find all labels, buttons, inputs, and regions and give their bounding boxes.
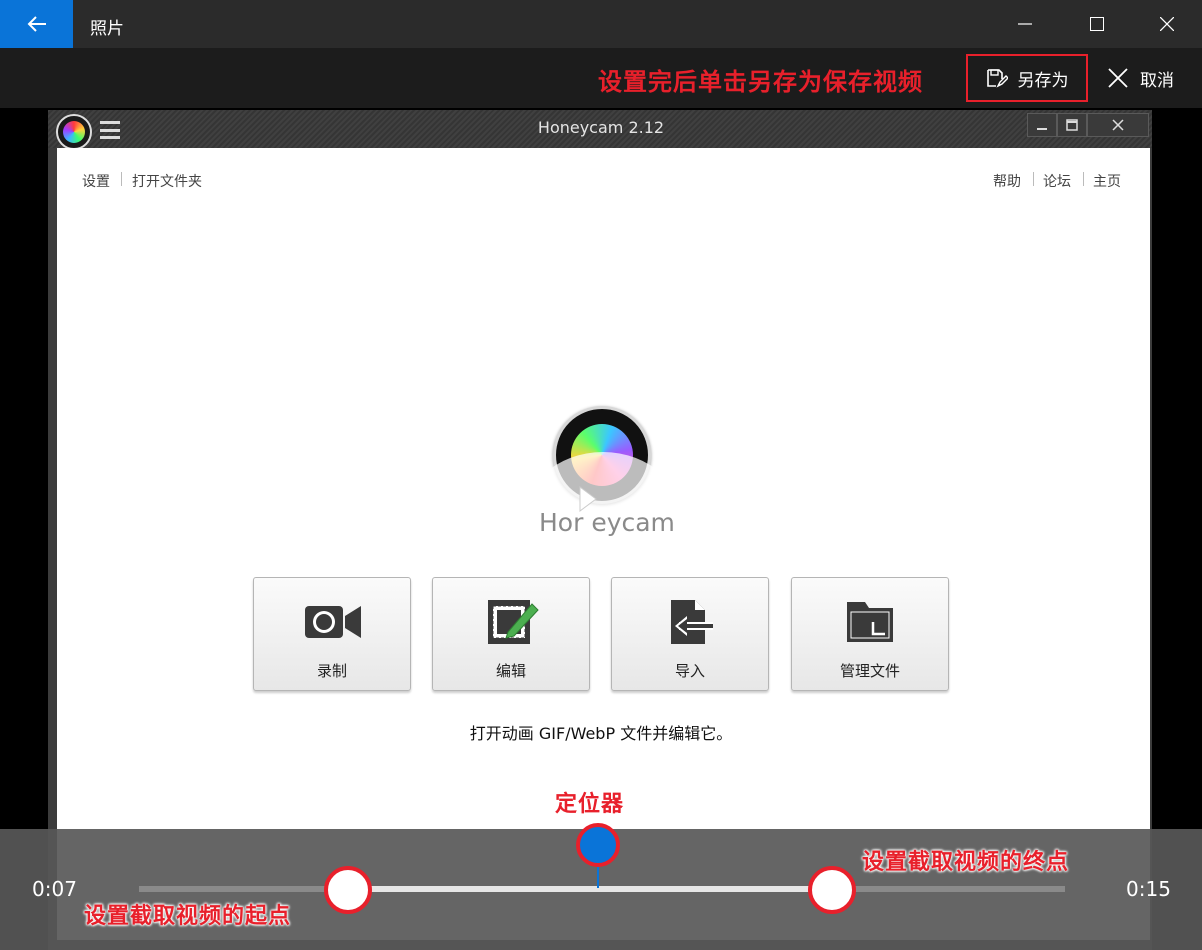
- back-arrow-icon: [27, 16, 46, 32]
- cancel-button[interactable]: 取消: [1108, 54, 1188, 102]
- video-camera-icon: [305, 606, 361, 638]
- timeline-selection: [348, 886, 832, 892]
- record-label: 录制: [316, 662, 347, 680]
- save-annotation: 设置完后单击另存为保存视频: [598, 68, 923, 96]
- save-as-icon: [986, 69, 1008, 88]
- close-icon: [1108, 68, 1128, 88]
- settings-link[interactable]: 设置: [82, 171, 110, 191]
- folder-icon: [847, 602, 893, 642]
- manage-files-label: 管理文件: [839, 662, 900, 680]
- maximize-icon: [1090, 17, 1104, 31]
- homepage-link[interactable]: 主页: [1093, 171, 1121, 191]
- honeycam-title: Honeycam 2.12: [537, 118, 665, 137]
- record-button[interactable]: 录制: [253, 577, 411, 691]
- close-icon: [1112, 119, 1124, 131]
- playhead-annotation: 定位器: [555, 792, 625, 817]
- close-icon: [1160, 17, 1174, 31]
- edit-label: 编辑: [495, 662, 526, 680]
- import-label: 导入: [674, 662, 705, 680]
- import-file-icon: [671, 600, 713, 644]
- maximize-button[interactable]: [1062, 0, 1132, 48]
- hint-text: 打开动画 GIF/WebP 文件并编辑它。: [469, 724, 733, 743]
- open-folder-link[interactable]: 打开文件夹: [132, 171, 202, 191]
- end-time: 0:15: [1126, 877, 1171, 901]
- minimize-icon: [1037, 128, 1047, 130]
- back-button[interactable]: [0, 0, 73, 48]
- trim-start-handle[interactable]: [324, 866, 372, 914]
- close-button[interactable]: [1132, 0, 1202, 48]
- honeycam-maximize-button[interactable]: [1057, 113, 1087, 137]
- save-as-label: 另存为: [1017, 70, 1069, 91]
- maximize-icon: [1066, 119, 1078, 131]
- trim-end-handle[interactable]: [808, 866, 856, 914]
- end-annotation: 设置截取视频的终点: [862, 850, 1070, 875]
- minimize-button[interactable]: [990, 0, 1060, 48]
- divider: [121, 172, 122, 186]
- help-link[interactable]: 帮助: [993, 171, 1021, 191]
- manage-files-button[interactable]: 管理文件: [791, 577, 949, 691]
- minimize-icon: [1018, 23, 1032, 25]
- divider: [1033, 172, 1034, 186]
- cancel-label: 取消: [1140, 70, 1174, 91]
- honeycam-minimize-button[interactable]: [1027, 113, 1057, 137]
- save-as-button[interactable]: 另存为: [966, 54, 1088, 102]
- edit-button[interactable]: 编辑: [432, 577, 590, 691]
- forum-link[interactable]: 论坛: [1043, 171, 1071, 191]
- honeycam-brand-text: Hor eycam: [539, 508, 675, 537]
- divider: [1083, 172, 1084, 186]
- app-title: 照片: [90, 19, 124, 39]
- honeycam-close-button[interactable]: [1087, 113, 1149, 137]
- import-button[interactable]: 导入: [611, 577, 769, 691]
- playhead-handle[interactable]: [576, 823, 620, 867]
- start-annotation: 设置截取视频的起点: [84, 904, 292, 929]
- start-time: 0:07: [32, 877, 77, 901]
- edit-image-icon: [488, 600, 539, 644]
